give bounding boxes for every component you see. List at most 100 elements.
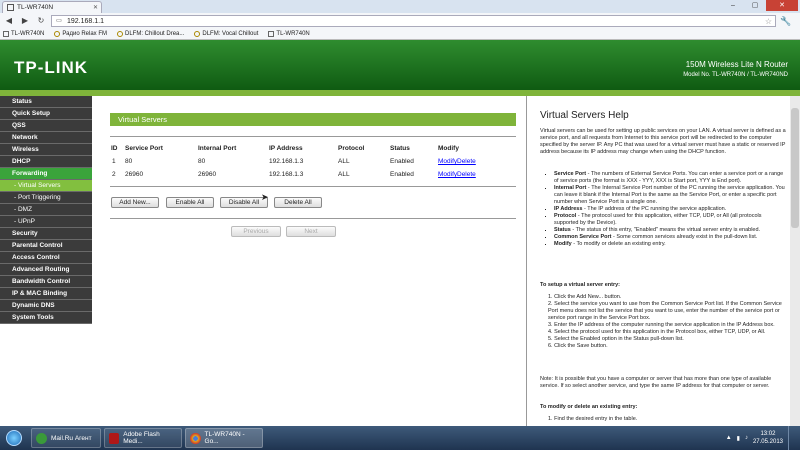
menu-item-dhcp[interactable]: DHCP bbox=[0, 156, 92, 168]
menu-item-port-triggering[interactable]: - Port Triggering bbox=[0, 192, 92, 204]
previous-button[interactable]: Previous bbox=[231, 226, 281, 237]
menu-item-upnp[interactable]: - UPnP bbox=[0, 216, 92, 228]
help-setup-title: To setup a virtual server entry: bbox=[540, 282, 620, 288]
menu-item-status[interactable]: Status bbox=[0, 96, 92, 108]
cell-id: 1 bbox=[112, 158, 116, 165]
delete-link[interactable]: Delete bbox=[457, 171, 476, 178]
page-icon bbox=[117, 31, 124, 37]
col-header-id: ID bbox=[111, 145, 118, 152]
menu-item-virtual-servers[interactable]: - Virtual Servers bbox=[0, 180, 92, 192]
cell-service-port: 26960 bbox=[125, 171, 144, 178]
close-window-button[interactable]: ✕ bbox=[766, 0, 798, 11]
help-item: Common Service Port - Some common servic… bbox=[554, 234, 786, 241]
enable-all-button[interactable]: Enable All bbox=[166, 197, 214, 208]
help-scrollbar[interactable] bbox=[790, 96, 800, 426]
menu-item-network[interactable]: Network bbox=[0, 132, 92, 144]
cell-internal-port: 80 bbox=[198, 158, 206, 165]
menu-item-dmz[interactable]: - DMZ bbox=[0, 204, 92, 216]
back-icon[interactable]: ◀ bbox=[3, 15, 15, 27]
forward-icon[interactable]: ▶ bbox=[19, 15, 31, 27]
bookmark-item[interactable]: DLFM: Vocal Chillout bbox=[194, 31, 258, 37]
menu-item-bandwidth-control[interactable]: Bandwidth Control bbox=[0, 276, 92, 288]
help-note: Note: It is possible that you have a com… bbox=[540, 376, 772, 389]
page-icon bbox=[194, 31, 201, 37]
page-info-icon: ▭ bbox=[56, 18, 62, 24]
cell-protocol: ALL bbox=[338, 158, 350, 165]
help-modify-title: To modify or delete an existing entry: bbox=[540, 404, 638, 410]
menu-item-quick-setup[interactable]: Quick Setup bbox=[0, 108, 92, 120]
menu-item-dynamic-dns[interactable]: Dynamic DNS bbox=[0, 300, 92, 312]
divider bbox=[110, 218, 516, 219]
volume-icon[interactable]: ♪ bbox=[745, 435, 748, 441]
cell-status: Enabled bbox=[390, 171, 414, 178]
bookmark-item[interactable]: DLFM: Chillout Drea... bbox=[117, 31, 184, 37]
modify-link[interactable]: Modify bbox=[438, 171, 457, 178]
browser-toolbar: ◀ ▶ ↻ ▭ 192.168.1.1 ☆ 🔧 bbox=[0, 13, 800, 29]
next-button[interactable]: Next bbox=[286, 226, 336, 237]
col-header-protocol: Protocol bbox=[338, 145, 365, 152]
maximize-button[interactable]: ▢ bbox=[744, 0, 766, 11]
scrollbar-thumb[interactable] bbox=[791, 108, 799, 228]
wrench-menu-icon[interactable]: 🔧 bbox=[780, 16, 791, 27]
router-menu: Status Quick Setup QSS Network Wireless … bbox=[0, 96, 92, 426]
col-header-internal-port: Internal Port bbox=[198, 145, 237, 152]
tray-arrow-icon[interactable]: ▲ bbox=[726, 435, 732, 441]
help-item: Internal Port - The Internal Service Por… bbox=[554, 185, 786, 206]
help-item: Modify - To modify or delete an existing… bbox=[554, 241, 786, 248]
taskbar-item-mail-agent[interactable]: Mail.Ru Агент bbox=[31, 428, 101, 448]
menu-item-security[interactable]: Security bbox=[0, 228, 92, 240]
page-icon bbox=[54, 31, 61, 37]
delete-link[interactable]: Delete bbox=[457, 158, 476, 165]
help-item: IP Address - The IP address of the PC ru… bbox=[554, 206, 786, 213]
menu-item-system-tools[interactable]: System Tools bbox=[0, 312, 92, 324]
page-icon bbox=[7, 4, 14, 11]
close-tab-icon[interactable]: ✕ bbox=[93, 4, 98, 11]
cell-status: Enabled bbox=[390, 158, 414, 165]
help-item: Service Port - The numbers of External S… bbox=[554, 171, 786, 185]
help-panel: Virtual Servers Help Virtual servers can… bbox=[528, 96, 800, 426]
show-desktop-button[interactable] bbox=[788, 426, 794, 450]
menu-item-qss[interactable]: QSS bbox=[0, 120, 92, 132]
help-setup-steps: 1. Click the Add New... button. 2. Selec… bbox=[548, 294, 782, 349]
menu-item-advanced-routing[interactable]: Advanced Routing bbox=[0, 264, 92, 276]
section-title: Virtual Servers bbox=[110, 113, 516, 126]
col-header-modify: Modify bbox=[438, 145, 459, 152]
col-header-status: Status bbox=[390, 145, 410, 152]
network-icon[interactable]: ▮ bbox=[737, 435, 740, 442]
mail-agent-icon bbox=[36, 432, 47, 444]
system-tray: ▲ ▮ ♪ 13:02 27.05.2013 bbox=[726, 426, 800, 450]
menu-item-wireless[interactable]: Wireless bbox=[0, 144, 92, 156]
delete-all-button[interactable]: Delete All bbox=[274, 197, 322, 208]
taskbar-item-flash-media[interactable]: Adobe Flash Medi... bbox=[104, 428, 182, 448]
menu-item-parental-control[interactable]: Parental Control bbox=[0, 240, 92, 252]
divider bbox=[110, 186, 516, 187]
cell-protocol: ALL bbox=[338, 171, 350, 178]
window-controls: – ▢ ✕ bbox=[722, 0, 798, 11]
col-header-ip-address: IP Address bbox=[269, 145, 303, 152]
cell-ip-address: 192.168.1.3 bbox=[269, 171, 304, 178]
menu-item-ip-mac-binding[interactable]: IP & MAC Binding bbox=[0, 288, 92, 300]
model-number: Model No. TL-WR740N / TL-WR740ND bbox=[683, 72, 788, 78]
clock[interactable]: 13:02 27.05.2013 bbox=[753, 430, 783, 446]
bookmark-item[interactable]: Радио Relax FM bbox=[54, 31, 107, 37]
help-field-list: Service Port - The numbers of External S… bbox=[554, 171, 786, 248]
bookmark-star-icon[interactable]: ☆ bbox=[765, 17, 772, 26]
chrome-icon bbox=[190, 432, 201, 444]
browser-tab[interactable]: TL-WR740N ✕ bbox=[2, 1, 102, 13]
help-intro: Virtual servers can be used for setting … bbox=[540, 128, 786, 155]
menu-item-access-control[interactable]: Access Control bbox=[0, 252, 92, 264]
add-new-button[interactable]: Add New... bbox=[111, 197, 159, 208]
modify-link[interactable]: Modify bbox=[438, 158, 457, 165]
address-bar[interactable]: ▭ 192.168.1.1 ☆ bbox=[51, 15, 776, 27]
bookmark-item[interactable]: TL-WR740N bbox=[268, 31, 310, 37]
menu-item-forwarding[interactable]: Forwarding bbox=[0, 168, 92, 180]
reload-icon[interactable]: ↻ bbox=[35, 15, 47, 27]
windows-logo-icon bbox=[6, 430, 22, 446]
minimize-button[interactable]: – bbox=[722, 0, 744, 11]
taskbar-item-chrome[interactable]: TL-WR740N - Go... bbox=[185, 428, 263, 448]
bookmark-item[interactable]: TL-WR740N bbox=[3, 31, 44, 37]
start-button[interactable] bbox=[0, 426, 28, 450]
divider bbox=[110, 136, 516, 137]
cell-ip-address: 192.168.1.3 bbox=[269, 158, 304, 165]
page-icon bbox=[268, 31, 275, 37]
